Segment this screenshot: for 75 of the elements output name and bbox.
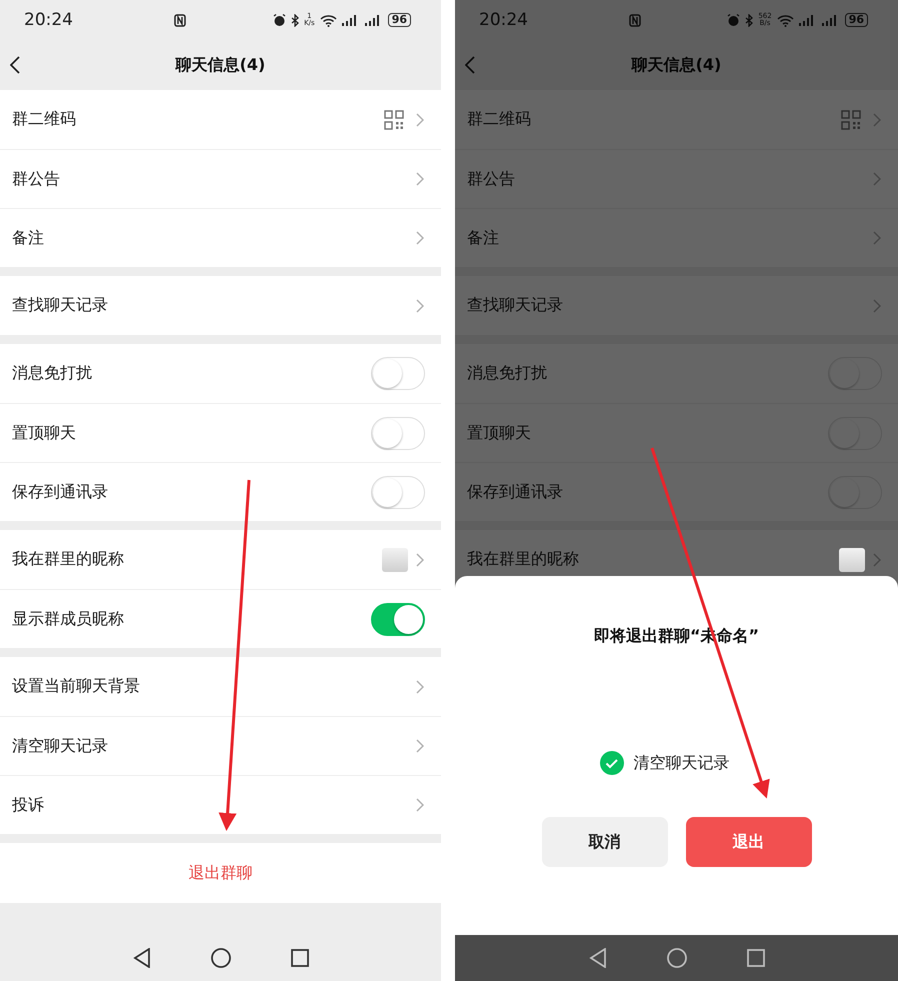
row-label: 显示群成员昵称 bbox=[12, 608, 125, 630]
alarm-icon bbox=[273, 14, 286, 26]
home-nav-icon[interactable] bbox=[210, 948, 230, 968]
nfc-icon bbox=[174, 14, 186, 26]
settings-row[interactable]: 群公告 bbox=[0, 149, 441, 208]
row-label: 群二维码 bbox=[12, 109, 77, 130]
chevron-icon bbox=[873, 231, 881, 245]
row-label: 群二维码 bbox=[467, 109, 532, 130]
nfc-icon bbox=[629, 14, 641, 26]
row-label: 设置当前聊天背景 bbox=[12, 676, 141, 697]
settings-row[interactable]: 我在群里的昵称 bbox=[0, 530, 441, 589]
settings-row[interactable]: 设置当前聊天背景 bbox=[0, 657, 441, 716]
chevron-icon bbox=[416, 112, 424, 126]
row-label: 查找聊天记录 bbox=[12, 295, 109, 316]
battery-level: 96 bbox=[388, 13, 411, 27]
chevron-icon bbox=[416, 231, 424, 245]
bluetooth-icon bbox=[745, 14, 754, 26]
row-label: 备注 bbox=[467, 228, 500, 248]
settings-row[interactable]: 保存到通讯录 bbox=[0, 462, 441, 521]
settings-row[interactable]: 查找聊天记录 bbox=[0, 276, 441, 335]
toggle-switch[interactable] bbox=[371, 602, 425, 636]
home-nav-icon[interactable] bbox=[666, 948, 686, 968]
chevron-icon bbox=[873, 172, 881, 186]
chevron-icon bbox=[416, 172, 424, 186]
row-label: 群公告 bbox=[12, 168, 61, 190]
row-label: 群公告 bbox=[467, 168, 516, 190]
chevron-icon bbox=[416, 739, 424, 753]
wifi-icon bbox=[320, 14, 337, 26]
chevron-icon bbox=[873, 112, 881, 126]
settings-row[interactable]: 投诉 bbox=[0, 775, 441, 834]
back-nav-icon[interactable] bbox=[588, 948, 606, 968]
chevron-icon bbox=[416, 298, 424, 312]
chevron-icon bbox=[416, 680, 424, 694]
cancel-button[interactable]: 取消 bbox=[542, 817, 668, 867]
exit-group-button[interactable]: 退出群聊 bbox=[0, 843, 441, 903]
back-nav-icon[interactable] bbox=[132, 948, 150, 968]
row-label: 我在群里的昵称 bbox=[467, 549, 580, 570]
settings-row[interactable]: 群二维码 bbox=[0, 90, 441, 149]
settings-row[interactable]: 备注 bbox=[0, 208, 441, 267]
settings-row[interactable]: 消息免打扰 bbox=[0, 344, 441, 403]
row-label: 置顶聊天 bbox=[12, 422, 77, 444]
settings-row[interactable]: 清空聊天记录 bbox=[0, 716, 441, 775]
row-label: 查找聊天记录 bbox=[467, 295, 564, 316]
row-label: 置顶聊天 bbox=[467, 422, 532, 444]
recents-nav-icon[interactable] bbox=[746, 949, 764, 967]
row-label: 投诉 bbox=[12, 794, 45, 816]
row-label: 消息免打扰 bbox=[12, 363, 93, 384]
status-time: 20:24 bbox=[24, 10, 74, 30]
alarm-icon bbox=[727, 14, 740, 26]
row-label: 我在群里的昵称 bbox=[12, 549, 125, 570]
chevron-icon bbox=[873, 552, 881, 566]
battery-level: 96 bbox=[844, 13, 868, 27]
chevron-icon bbox=[416, 552, 424, 566]
page-title: 聊天信息(4) bbox=[632, 54, 722, 76]
row-label: 保存到通讯录 bbox=[12, 482, 109, 502]
qr-code-icon bbox=[841, 110, 861, 130]
recents-nav-icon[interactable] bbox=[290, 949, 308, 967]
row-label: 备注 bbox=[12, 228, 45, 248]
checkbox[interactable] bbox=[600, 751, 624, 775]
chevron-icon bbox=[416, 798, 424, 812]
back-icon[interactable] bbox=[10, 56, 20, 74]
row-label: 清空聊天记录 bbox=[12, 736, 109, 756]
settings-row[interactable]: 置顶聊天 bbox=[0, 403, 441, 462]
checkbox-label: 清空聊天记录 bbox=[634, 752, 730, 774]
bluetooth-icon bbox=[291, 14, 300, 26]
qr-code-icon bbox=[384, 110, 404, 130]
blurred-nickname bbox=[382, 548, 408, 572]
row-label: 消息免打扰 bbox=[467, 363, 548, 384]
page-title: 聊天信息(4) bbox=[176, 54, 266, 76]
status-time: 20:24 bbox=[479, 10, 529, 30]
chevron-icon bbox=[873, 298, 881, 312]
row-label: 保存到通讯录 bbox=[467, 482, 564, 502]
wifi-icon bbox=[776, 14, 794, 26]
settings-row[interactable]: 显示群成员昵称 bbox=[0, 589, 441, 648]
blurred-nickname bbox=[839, 548, 865, 572]
